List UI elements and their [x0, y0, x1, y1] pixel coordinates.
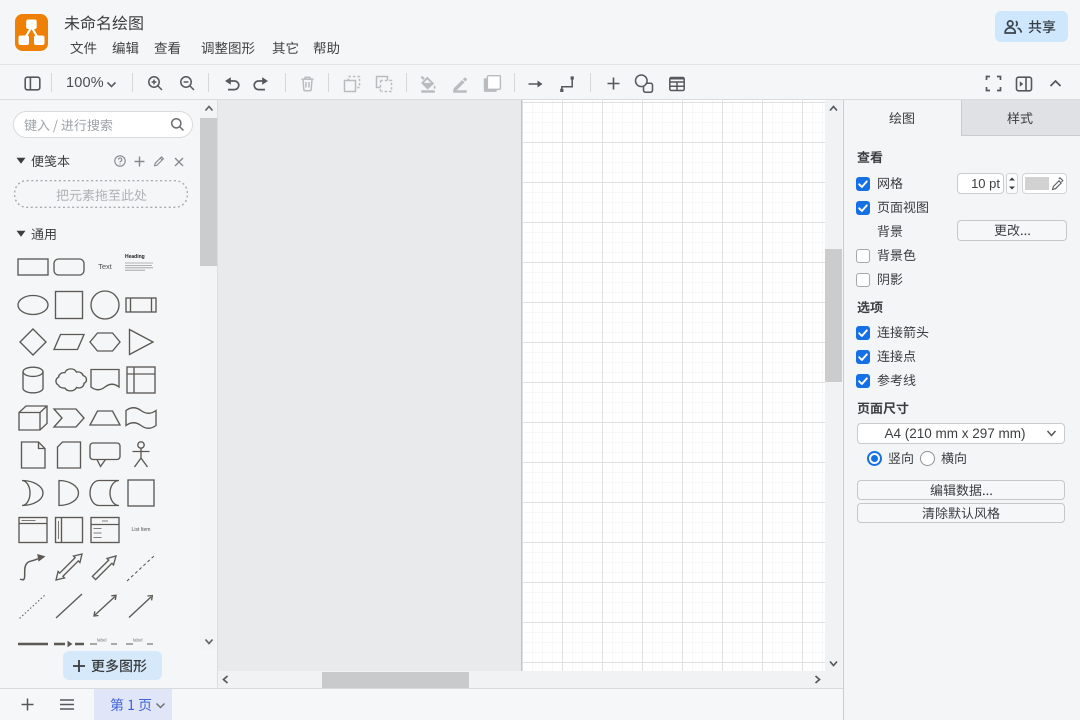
svg-text:label: label [133, 638, 143, 643]
svg-text:label: label [97, 638, 107, 643]
